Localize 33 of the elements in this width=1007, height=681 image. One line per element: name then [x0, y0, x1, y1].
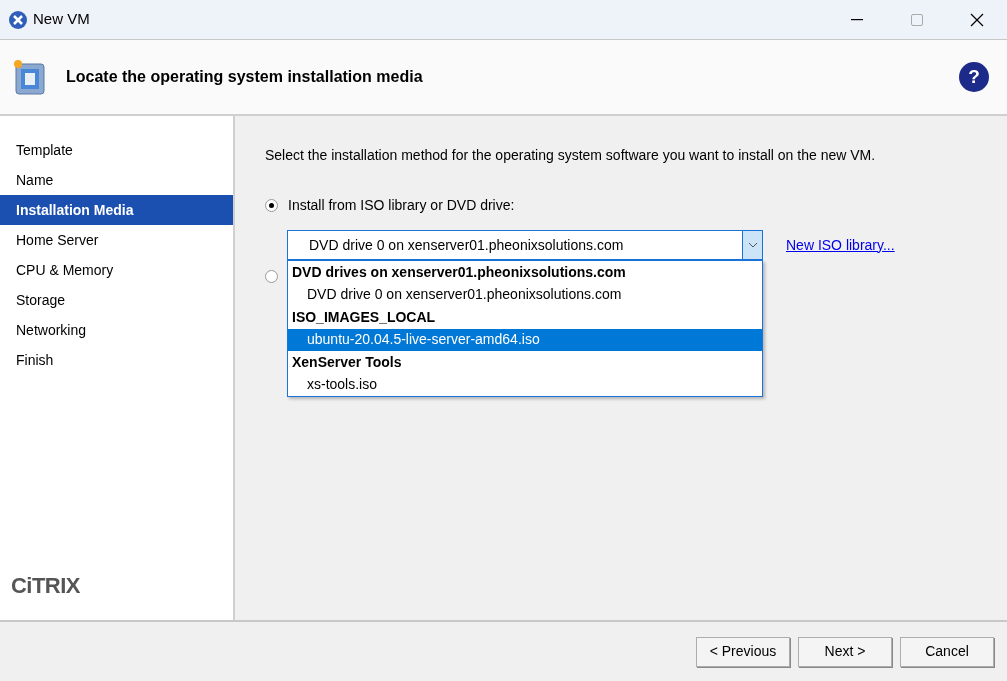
media-combobox[interactable]: DVD drive 0 on xenserver01.pheonixsolutions.com [287, 230, 763, 260]
group-header: DVD drives on xenserver01.pheonixsolutions.com [291, 262, 627, 282]
wizard-button[interactable]: Next > [798, 636, 892, 667]
step-item[interactable]: Template [0, 135, 233, 165]
step-item[interactable]: CPU & Memory [0, 255, 233, 285]
chevron-down-icon [747, 242, 758, 248]
group-header: XenServer Tools [291, 352, 403, 372]
step-item[interactable]: Installation Media [0, 195, 233, 225]
new-iso-library-link[interactable]: New ISO library... [786, 234, 895, 256]
step-item[interactable]: Networking [0, 315, 233, 345]
option-label: Install from ISO library or DVD drive: [288, 196, 515, 215]
group-header: ISO_IMAGES_LOCAL [291, 307, 437, 327]
step-item[interactable]: Finish [0, 345, 233, 375]
app-logo-icon [8, 9, 28, 30]
company-logo: CiTRIX [11, 572, 81, 600]
step-item[interactable]: Home Server [0, 225, 233, 255]
close-icon [970, 12, 984, 27]
maximize-icon [911, 13, 923, 26]
radio-button[interactable] [265, 270, 278, 283]
dropdown-item[interactable]: xs-tools.iso [288, 373, 762, 396]
vm-screen-icon [12, 58, 48, 96]
radio-button[interactable] [265, 199, 278, 212]
instruction-text: Select the installation method for the operating system software you want to install on the new VM. [265, 146, 877, 165]
dropdown-item[interactable]: DVD drive 0 on xenserver01.pheonixsolutions.com [288, 283, 762, 306]
step-item[interactable]: Storage [0, 285, 233, 315]
page-heading: Locate the operating system installation media [66, 67, 423, 87]
dropdown-item[interactable]: ubuntu-20.04.5-live-server-amd64.iso [288, 328, 762, 351]
minimize-icon [851, 18, 863, 21]
help-button[interactable]: ? [959, 62, 989, 92]
wizard-button[interactable]: Cancel [900, 636, 994, 667]
wizard-button[interactable]: < Previous [696, 636, 790, 667]
step-item[interactable]: Name [0, 165, 233, 195]
window-title: New VM [33, 9, 90, 30]
